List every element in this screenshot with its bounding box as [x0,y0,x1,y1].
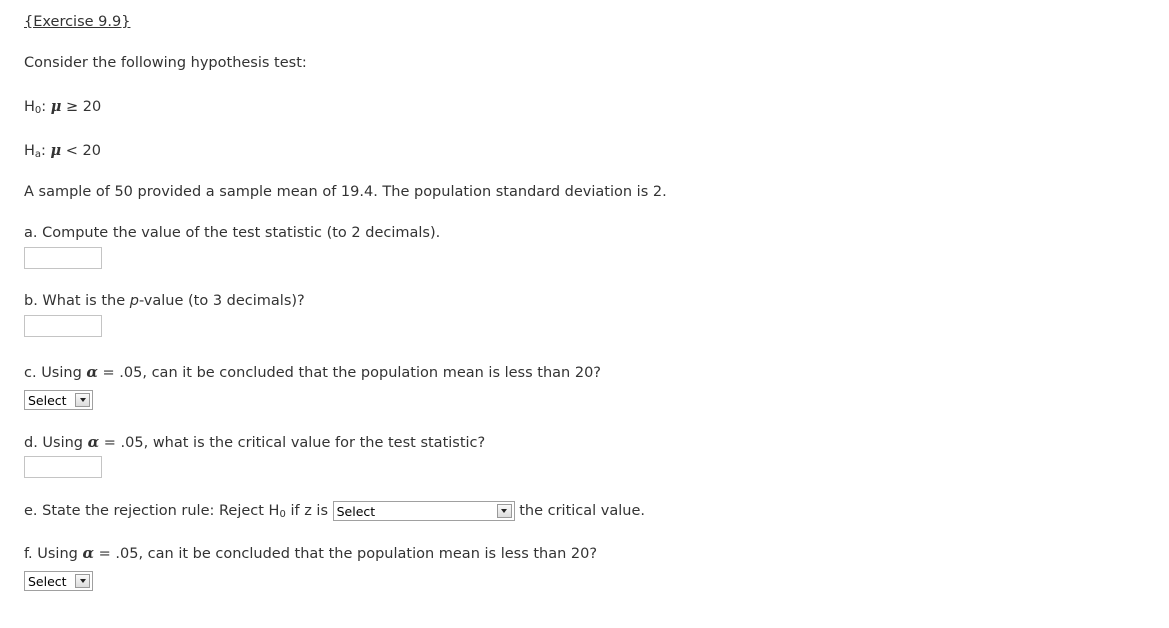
ha-sep: : [41,143,51,159]
question-a: a. Compute the value of the test statist… [24,225,441,241]
critical-value-input[interactable] [24,456,102,478]
alt-hypothesis: Ha: μ < 20 [24,142,101,160]
select-label: Select [28,573,67,589]
rejection-rule-select[interactable]: Select [332,501,515,521]
p-italic: p [129,293,139,309]
question-f-pre: f. Using [24,546,83,562]
dropdown-arrow-icon[interactable] [496,504,512,518]
mu-symbol: μ [50,142,62,159]
question-e: e. State the rejection rule: Reject H0 i… [24,501,645,521]
select-label: Select [28,392,67,408]
alpha-symbol: α [87,433,100,451]
question-c: c. Using α = .05, can it be concluded th… [24,363,601,381]
question-c-pre: c. Using [24,365,87,381]
h0-label: H [24,99,35,115]
question-f-post: = .05, can it be concluded that the popu… [94,546,598,562]
question-e-post: the critical value. [514,503,646,519]
question-d-pre: d. Using [24,435,88,451]
alpha-symbol: α [82,544,95,562]
h0-relation: ≥ 20 [61,99,102,115]
sample-text: A sample of 50 provided a sample mean of… [24,184,667,200]
mu-symbol: μ [50,98,62,115]
ha-relation: < 20 [61,143,101,159]
conclusion-f-select[interactable]: Select [24,571,93,591]
question-d: d. Using α = .05, what is the critical v… [24,433,485,451]
intro-text: Consider the following hypothesis test: [24,55,307,71]
exercise-title[interactable]: {Exercise 9.9} [24,14,130,30]
question-b-pre: b. What is the [24,293,130,309]
p-value-input[interactable] [24,315,102,337]
null-hypothesis: H0: μ ≥ 20 [24,98,101,116]
question-e-mid: if z is [285,503,333,519]
ha-label: H [24,143,35,159]
conclusion-c-select[interactable]: Select [24,390,93,410]
test-statistic-input[interactable] [24,247,102,269]
question-f: f. Using α = .05, can it be concluded th… [24,544,597,562]
alpha-symbol: α [86,363,98,381]
dropdown-arrow-icon[interactable] [75,393,90,407]
h0-sep: : [41,99,51,115]
question-b-post: -value (to 3 decimals)? [138,293,305,309]
dropdown-arrow-icon[interactable] [75,574,90,588]
question-d-post: = .05, what is the critical value for th… [99,435,486,451]
select-label: Select [336,503,376,519]
question-c-post: = .05, can it be concluded that the popu… [97,365,601,381]
question-b: b. What is the p-value (to 3 decimals)? [24,293,305,309]
question-e-pre: e. State the rejection rule: Reject H [24,503,280,519]
